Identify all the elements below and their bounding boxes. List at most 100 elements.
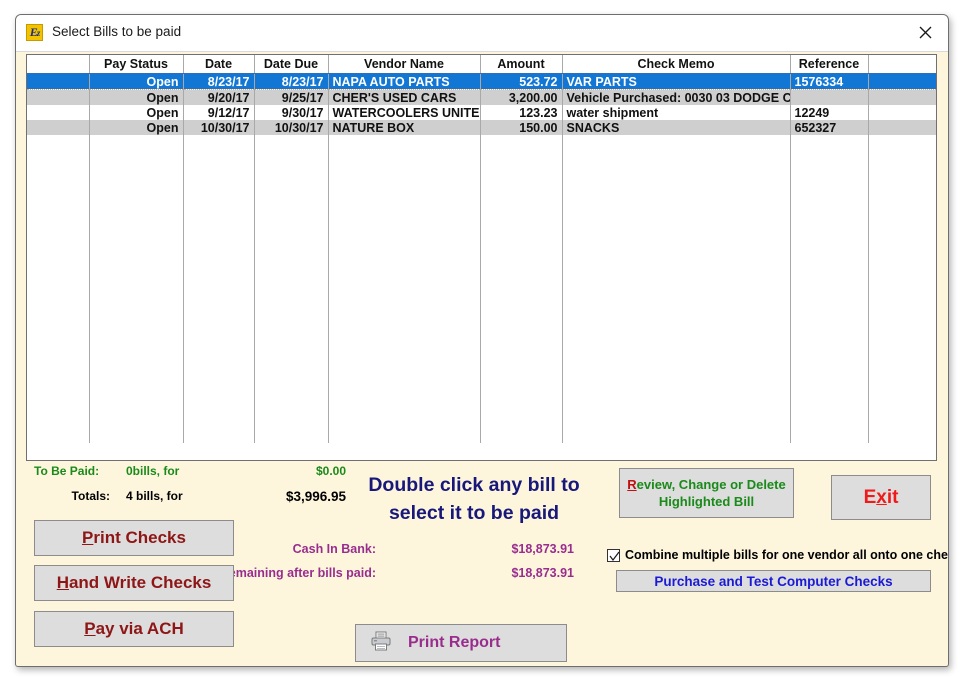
review-line-2: Highlighted Bill — [658, 494, 755, 509]
review-label: eview, Change or Delete — [636, 477, 786, 492]
cell-pay-status: Open — [89, 73, 184, 90]
cell-pay-status: Open — [89, 105, 184, 120]
cell-extra — [868, 105, 936, 120]
cell-reference: 12249 — [790, 105, 869, 120]
filler-cell — [868, 135, 936, 443]
cell-reference: 652327 — [790, 120, 869, 135]
filler-cell — [183, 135, 255, 443]
cell-extra — [868, 89, 936, 105]
cash-in-bank-value: $18,873.91 — [511, 542, 574, 556]
col-date-due[interactable]: Date Due — [254, 55, 329, 74]
table-row[interactable]: Open 9/20/17 9/25/17 CHER'S USED CARS 3,… — [27, 89, 936, 105]
cell-reference — [790, 89, 869, 105]
cell-memo: SNACKS — [562, 120, 791, 135]
hand-write-accel: H — [56, 573, 69, 592]
pay-ach-accel: P — [84, 619, 96, 638]
review-accel: R — [627, 477, 637, 492]
col-marker[interactable] — [27, 55, 90, 74]
cell-date: 10/30/17 — [183, 120, 255, 135]
filler-cell — [27, 135, 90, 443]
window-title: Select Bills to be paid — [52, 24, 182, 39]
col-pay-status[interactable]: Pay Status — [89, 55, 184, 74]
purchase-label: Purchase and Test Computer Checks — [654, 573, 893, 589]
print-checks-accel: P — [82, 528, 94, 547]
hand-write-checks-button[interactable]: Hand Write Checks — [34, 565, 234, 601]
filler-cell — [89, 135, 184, 443]
filler-cell — [790, 135, 869, 443]
review-change-delete-button[interactable]: Review, Change or Delete Highlighted Bil… — [619, 468, 794, 518]
print-report-label: Print Report — [408, 634, 501, 651]
cell-marker — [27, 120, 90, 135]
col-date[interactable]: Date — [183, 55, 255, 74]
title-bar: Ez Select Bills to be paid — [16, 15, 948, 52]
cell-memo: Vehicle Purchased: 0030 03 DODGE C — [562, 89, 791, 105]
pay-ach-label: ay via ACH — [95, 619, 184, 638]
col-amount[interactable]: Amount — [480, 55, 563, 74]
cell-amount: 123.23 — [480, 105, 563, 120]
cash-in-bank-label: Cash In Bank: — [292, 542, 376, 556]
hint-line-1: Double click any bill to — [368, 474, 580, 496]
exit-pre: E — [863, 486, 877, 508]
cash-remaining-value: $18,873.91 — [511, 566, 574, 580]
bills-grid[interactable]: Pay Status Date Date Due Vendor Name Amo… — [26, 54, 937, 461]
col-reference[interactable]: Reference — [790, 55, 869, 74]
hint-line-2: select it to be paid — [388, 502, 560, 524]
cell-amount: 150.00 — [480, 120, 563, 135]
cell-date-due: 9/30/17 — [254, 105, 329, 120]
cell-pay-status: Open — [89, 89, 184, 105]
table-row[interactable]: Open 9/12/17 9/30/17 WATERCOOLERS UNITED… — [27, 105, 936, 120]
cell-date: 9/20/17 — [183, 89, 255, 105]
col-extra[interactable] — [868, 55, 936, 74]
double-click-hint: Double click any bill to select it to be… — [334, 471, 614, 527]
combine-bills-row[interactable]: Combine multiple bills for one vendor al… — [607, 548, 949, 562]
cell-amount: 523.72 — [480, 73, 563, 90]
table-empty-area[interactable] — [27, 135, 936, 443]
combine-checkbox-label: Combine multiple bills for one vendor al… — [625, 548, 949, 562]
printer-icon — [370, 631, 392, 656]
cell-date: 9/12/17 — [183, 105, 255, 120]
close-icon — [919, 26, 932, 39]
to-be-paid-label: To Be Paid: — [34, 464, 100, 478]
cell-marker — [27, 89, 90, 105]
cell-marker — [27, 73, 90, 90]
cell-date-due: 9/25/17 — [254, 89, 329, 105]
filler-cell — [328, 135, 481, 443]
cell-vendor: WATERCOOLERS UNITED — [328, 105, 481, 120]
print-checks-button[interactable]: Print Checks — [34, 520, 234, 556]
print-report-button[interactable]: Print Report — [355, 624, 567, 662]
col-vendor-name[interactable]: Vendor Name — [328, 55, 481, 74]
cell-memo: water shipment — [562, 105, 791, 120]
review-line-1: Review, Change or Delete — [627, 476, 785, 493]
exit-post: it — [886, 486, 899, 508]
cell-vendor: CHER'S USED CARS — [328, 89, 481, 105]
bills-table: Pay Status Date Date Due Vendor Name Amo… — [27, 55, 936, 443]
exit-button[interactable]: Exit — [831, 475, 931, 520]
table-row[interactable]: Open 10/30/17 10/30/17 NATURE BOX 150.00… — [27, 120, 936, 135]
cell-pay-status: Open — [89, 120, 184, 135]
to-be-paid-count: 0bills, for — [126, 464, 180, 478]
cell-reference: 1576334 — [790, 73, 869, 90]
hand-write-label: and Write Checks — [68, 573, 212, 592]
table-row[interactable]: Open 8/23/17 8/23/17 NAPA AUTO PARTS 523… — [27, 73, 936, 90]
exit-accel: x — [876, 486, 887, 508]
totals-amount: $3,996.95 — [285, 489, 346, 504]
print-checks-label: rint Checks — [93, 528, 186, 547]
close-button[interactable] — [902, 15, 948, 50]
totals-label: Totals: — [71, 489, 110, 503]
cell-date-due: 10/30/17 — [254, 120, 329, 135]
cell-vendor: NAPA AUTO PARTS — [328, 73, 481, 90]
col-check-memo[interactable]: Check Memo — [562, 55, 791, 74]
filler-cell — [562, 135, 791, 443]
cell-date: 8/23/17 — [183, 73, 255, 90]
totals-count: 4 bills, for — [126, 489, 183, 503]
cell-extra — [868, 120, 936, 135]
select-bills-window: Ez Select Bills to be paid Pay Status Da… — [15, 14, 949, 667]
cell-vendor: NATURE BOX — [328, 120, 481, 135]
cell-marker — [27, 105, 90, 120]
combine-checkbox[interactable] — [607, 548, 620, 562]
ez-app-icon: Ez — [26, 24, 43, 41]
purchase-test-checks-button[interactable]: Purchase and Test Computer Checks — [616, 570, 931, 592]
filler-cell — [254, 135, 329, 443]
cell-memo: VAR PARTS — [562, 73, 791, 90]
pay-via-ach-button[interactable]: Pay via ACH — [34, 611, 234, 647]
